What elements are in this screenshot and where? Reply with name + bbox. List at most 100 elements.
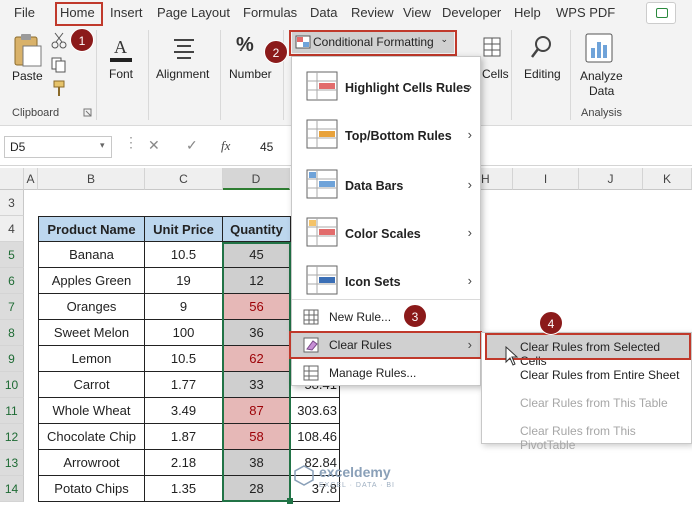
number-label[interactable]: Number: [229, 67, 272, 81]
tab-insert[interactable]: Insert: [110, 5, 143, 20]
alignment-icon[interactable]: [172, 36, 196, 60]
cells-label[interactable]: Cells: [482, 67, 509, 81]
row-header[interactable]: 10: [0, 372, 24, 398]
format-painter-icon[interactable]: [50, 79, 68, 97]
table-cell-quantity[interactable]: 36: [223, 320, 291, 346]
table-header-cell[interactable]: Unit Price: [145, 216, 223, 242]
col-header-h[interactable]: H: [481, 168, 513, 190]
chevron-down-icon[interactable]: ▾: [100, 140, 105, 151]
function-icon[interactable]: fx: [221, 138, 230, 154]
col-header-b[interactable]: B: [38, 168, 145, 190]
percent-icon[interactable]: %: [236, 34, 254, 57]
table-cell-price[interactable]: 1.35: [145, 476, 223, 502]
row-header[interactable]: 8: [0, 320, 24, 346]
name-box[interactable]: D5: [4, 136, 112, 158]
tab-page-layout[interactable]: Page Layout: [157, 5, 230, 20]
tab-file[interactable]: File: [14, 5, 35, 20]
tab-wps-pdf[interactable]: WPS PDF: [556, 5, 615, 20]
analyze-label[interactable]: Analyze: [580, 69, 623, 83]
col-header-d[interactable]: D: [223, 168, 290, 190]
table-cell-quantity[interactable]: 62: [223, 346, 291, 372]
table-cell-price[interactable]: 10.5: [145, 242, 223, 268]
alignment-label[interactable]: Alignment: [156, 67, 209, 81]
col-header-a[interactable]: A: [24, 168, 38, 190]
dialog-launcher-icon[interactable]: [83, 108, 93, 118]
analyze-label-2[interactable]: Data: [589, 84, 614, 98]
row-header[interactable]: 3: [0, 190, 24, 216]
table-header-cell[interactable]: Product Name: [38, 216, 145, 242]
cells-icon[interactable]: [482, 36, 502, 58]
table-cell-price[interactable]: 2.18: [145, 450, 223, 476]
table-cell-quantity[interactable]: 33: [223, 372, 291, 398]
share-button[interactable]: [646, 2, 676, 24]
table-cell-quantity[interactable]: 12: [223, 268, 291, 294]
table-cell-price[interactable]: 1.87: [145, 424, 223, 450]
table-cell-product[interactable]: Lemon: [38, 346, 145, 372]
row-header[interactable]: 12: [0, 424, 24, 450]
paste-label[interactable]: Paste: [12, 69, 43, 83]
menu-item-top-bottom[interactable]: Top/Bottom Rules ›: [292, 115, 480, 155]
table-cell-product[interactable]: Chocolate Chip: [38, 424, 145, 450]
menu-item-data-bars[interactable]: Data Bars ›: [292, 165, 480, 205]
table-cell-quantity[interactable]: 56: [223, 294, 291, 320]
search-icon[interactable]: [530, 34, 554, 60]
table-cell-quantity[interactable]: 58: [223, 424, 291, 450]
tab-developer[interactable]: Developer: [442, 5, 501, 20]
col-header-i[interactable]: I: [513, 168, 579, 190]
table-cell-quantity[interactable]: 87: [223, 398, 291, 424]
row-header[interactable]: 14: [0, 476, 24, 502]
table-cell-product[interactable]: Potato Chips: [38, 476, 145, 502]
table-header-cell[interactable]: Quantity: [223, 216, 291, 242]
cut-icon[interactable]: [50, 32, 68, 50]
col-header-k[interactable]: K: [643, 168, 692, 190]
analyze-data-icon[interactable]: [584, 32, 614, 64]
table-cell-price[interactable]: 19: [145, 268, 223, 294]
font-label[interactable]: Font: [109, 67, 133, 81]
enter-icon[interactable]: ✓: [186, 137, 198, 154]
tab-data[interactable]: Data: [310, 5, 337, 20]
table-cell-product[interactable]: Sweet Melon: [38, 320, 145, 346]
row-header[interactable]: 9: [0, 346, 24, 372]
menu-item-new-rule[interactable]: New Rule...: [292, 305, 480, 329]
row-header[interactable]: 6: [0, 268, 24, 294]
menu-item-icon-sets[interactable]: Icon Sets ›: [292, 261, 480, 301]
menu-item-color-scales[interactable]: Color Scales ›: [292, 213, 480, 253]
table-cell-price[interactable]: 3.49: [145, 398, 223, 424]
font-icon[interactable]: A: [108, 34, 134, 64]
table-cell-product[interactable]: Banana: [38, 242, 145, 268]
table-cell-quantity[interactable]: 38: [223, 450, 291, 476]
row-header[interactable]: 4: [0, 216, 24, 242]
tab-review[interactable]: Review: [351, 5, 394, 20]
menu-item-highlight-cells[interactable]: Highlight Cells Rules ›: [292, 67, 480, 107]
row-header[interactable]: 11: [0, 398, 24, 424]
menu-item-manage-rules[interactable]: Manage Rules...: [292, 361, 480, 385]
table-cell-product[interactable]: Apples Green: [38, 268, 145, 294]
col-header-c[interactable]: C: [145, 168, 223, 190]
table-cell-total[interactable]: 108.46: [291, 424, 340, 450]
table-cell-product[interactable]: Oranges: [38, 294, 145, 320]
editing-label[interactable]: Editing: [524, 67, 561, 81]
cancel-icon[interactable]: ✕: [148, 137, 160, 154]
table-cell-price[interactable]: 1.77: [145, 372, 223, 398]
table-cell-product[interactable]: Carrot: [38, 372, 145, 398]
col-header-j[interactable]: J: [579, 168, 643, 190]
submenu-item-entire-sheet[interactable]: Clear Rules from Entire Sheet: [520, 368, 679, 382]
table-cell-quantity[interactable]: 45: [223, 242, 291, 268]
row-header[interactable]: 5: [0, 242, 24, 268]
tab-formulas[interactable]: Formulas: [243, 5, 297, 20]
tab-view[interactable]: View: [403, 5, 431, 20]
table-cell-price[interactable]: 9: [145, 294, 223, 320]
formula-value[interactable]: 45: [260, 140, 273, 154]
table-cell-total[interactable]: 303.63: [291, 398, 340, 424]
row-header[interactable]: 7: [0, 294, 24, 320]
select-all-corner[interactable]: [0, 168, 24, 190]
fill-handle[interactable]: [287, 498, 293, 504]
copy-icon[interactable]: [50, 56, 72, 74]
table-cell-price[interactable]: 10.5: [145, 346, 223, 372]
table-cell-product[interactable]: Arrowroot: [38, 450, 145, 476]
table-cell-price[interactable]: 100: [145, 320, 223, 346]
paste-icon[interactable]: [10, 32, 44, 68]
table-cell-quantity[interactable]: 28: [223, 476, 291, 502]
table-cell-product[interactable]: Whole Wheat: [38, 398, 145, 424]
tab-help[interactable]: Help: [514, 5, 541, 20]
